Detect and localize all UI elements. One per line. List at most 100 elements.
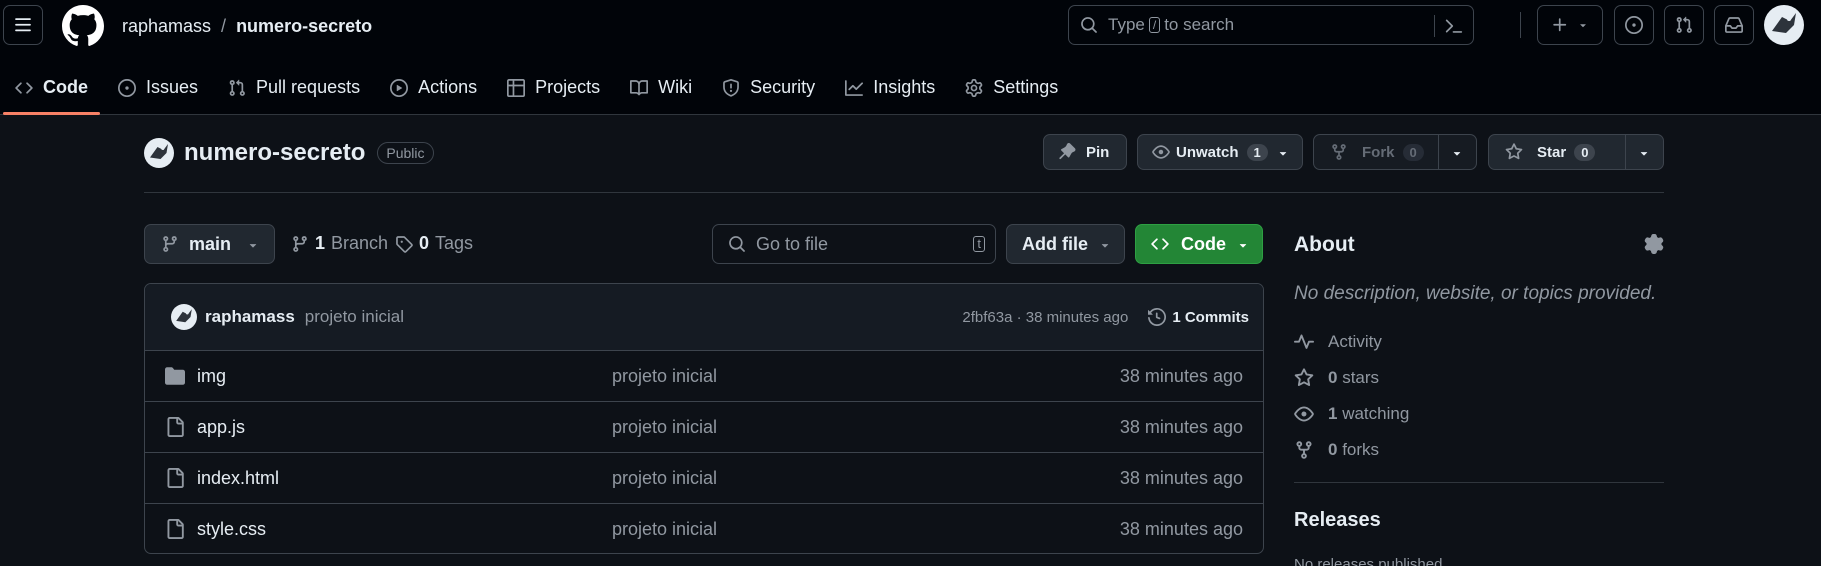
code-icon [1151,238,1169,250]
issues-button[interactable] [1614,5,1654,45]
github-logo-icon[interactable] [62,5,104,47]
file-name[interactable]: style.css [197,519,266,540]
tab-settings[interactable]: Settings [950,60,1073,115]
triangle-down-icon[interactable] [1637,146,1651,160]
table-icon [507,78,526,97]
commit-message[interactable]: projeto inicial [305,307,404,327]
tab-wiki[interactable]: Wiki [615,60,707,115]
repo-nav-tabs: Code Issues Pull requests Actions Projec… [0,60,1073,115]
file-icon [167,468,184,488]
user-avatar[interactable] [1764,5,1804,45]
breadcrumb: raphamass / numero-secreto [122,14,372,38]
breadcrumb-owner[interactable]: raphamass [122,14,211,38]
pin-button[interactable]: Pin [1043,134,1127,170]
file-commit-message[interactable]: projeto inicial [612,468,717,489]
triangle-down-icon [1580,24,1586,28]
file-row[interactable]: img projeto inicial 38 minutes ago [145,351,1263,402]
graph-icon [845,79,864,96]
repo-owner-avatar[interactable] [144,138,174,168]
branches-link[interactable]: 1 Branch [291,233,388,254]
star-button[interactable]: Star 0 [1488,134,1664,170]
watching-count: 1 [1328,404,1338,423]
add-file-label: Add file [1022,233,1088,254]
command-palette-icon[interactable] [1445,17,1463,35]
gear-icon [965,78,983,97]
tab-code[interactable]: Code [0,60,103,115]
search-icon [1081,17,1097,33]
code-button[interactable]: Code [1135,224,1263,264]
file-commit-message[interactable]: projeto inicial [612,519,717,540]
stars-label: stars [1342,368,1380,387]
breadcrumb-repo[interactable]: numero-secreto [236,14,372,38]
triangle-down-icon[interactable] [1276,146,1290,160]
tab-insights[interactable]: Insights [830,60,950,115]
commit-sha-time[interactable]: 2fbf63a · 38 minutes ago [962,309,1128,326]
tab-projects[interactable]: Projects [492,60,615,115]
file-name[interactable]: app.js [197,417,245,438]
tab-security[interactable]: Security [707,60,830,115]
file-commit-message[interactable]: projeto inicial [612,366,717,387]
activity-link[interactable]: Activity [1294,332,1382,352]
stars-link[interactable]: 0 stars [1294,368,1379,388]
file-commit-time: 38 minutes ago [1119,519,1243,539]
inbox-button[interactable] [1714,5,1754,45]
tab-actions[interactable]: Actions [375,60,492,115]
pulse-icon [1294,334,1314,349]
commit-author[interactable]: raphamass [205,307,295,327]
tags-link[interactable]: 0 Tags [395,233,473,254]
search-prefix: Type [1108,15,1145,34]
add-file-button[interactable]: Add file [1006,224,1125,264]
star-icon [1505,143,1523,160]
triangle-down-icon[interactable] [1450,146,1464,160]
repo-name[interactable]: numero-secreto [184,139,365,167]
search-input[interactable]: Type / to search [1068,5,1474,45]
watching-link[interactable]: 1 watching [1294,404,1409,424]
tab-label: Wiki [658,77,693,97]
file-commit-time: 38 minutes ago [1119,365,1243,386]
branches-label: Branch [331,233,389,253]
activity-label: Activity [1328,332,1382,351]
branch-name: main [189,233,232,254]
file-row[interactable]: index.html projeto inicial 38 minutes ag… [145,453,1263,504]
file-commit-time: 38 minutes ago [1119,467,1243,488]
tab-issues[interactable]: Issues [103,60,213,115]
star-count: 0 [1574,143,1596,161]
file-table: raphamass projeto inicial 2fbf63a · 38 m… [144,283,1264,554]
menu-button[interactable] [3,5,43,45]
tab-label: Projects [535,77,601,97]
commit-author-avatar[interactable] [171,304,197,330]
pull-requests-button[interactable] [1664,5,1704,45]
avatar-bird-icon [1772,13,1796,33]
file-row[interactable]: app.js projeto inicial 38 minutes ago [145,402,1263,453]
triangle-down-icon [1239,244,1247,248]
forks-link[interactable]: 0 forks [1294,440,1379,460]
fork-button[interactable]: Fork 0 [1313,134,1477,170]
file-row[interactable]: style.css projeto inicial 38 minutes ago [145,504,1263,553]
commits-label: 1 Commits [1172,308,1249,326]
file-name[interactable]: index.html [197,468,279,489]
create-new-button[interactable] [1537,5,1603,45]
forks-count: 0 [1328,440,1338,459]
releases-subtitle: No releases published [1294,556,1443,566]
about-title: About [1294,233,1355,256]
go-to-file-shortcut: t [973,236,985,252]
tab-pull-requests[interactable]: Pull requests [213,60,375,115]
commits-link[interactable]: 1 Commits [1148,308,1249,326]
branch-selector[interactable]: main [144,224,275,264]
triangle-down-icon [1101,244,1109,248]
pull-request-icon [229,79,245,96]
file-name[interactable]: img [197,366,226,387]
breadcrumb-separator: / [221,16,227,36]
go-to-file-input[interactable]: Go to file t [712,224,996,264]
gear-icon[interactable] [1644,234,1664,254]
releases-title[interactable]: Releases [1294,509,1381,532]
go-to-file-placeholder: Go to file [756,233,829,254]
shield-icon [723,78,740,97]
fork-count: 0 [1402,143,1424,161]
search-shortcut-key: / [1148,17,1161,33]
tab-label: Code [43,77,88,97]
unwatch-button[interactable]: Unwatch 1 [1137,134,1303,170]
tags-label: Tags [435,233,474,253]
plus-icon [1553,18,1567,32]
file-commit-message[interactable]: projeto inicial [612,417,717,438]
